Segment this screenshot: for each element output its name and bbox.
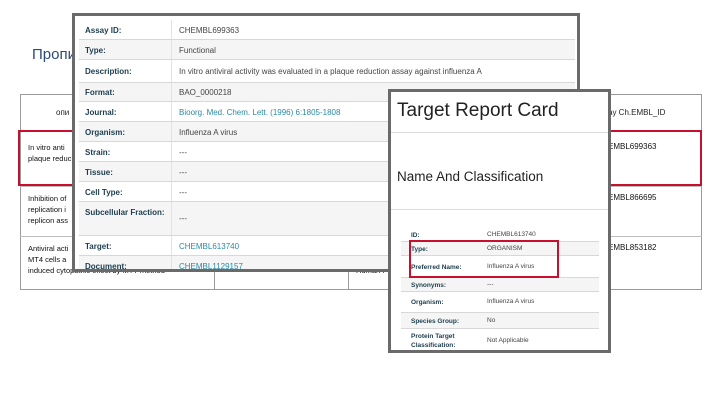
assay-row-description: Description: In vitro antiviral activity… — [79, 60, 575, 83]
table-row-2-assay-id[interactable]: EMBL866695 — [608, 193, 656, 202]
target-row-organism: Organism: Influenza A virus — [401, 292, 599, 313]
table-row-3-assay-id[interactable]: EMBL853182 — [608, 243, 656, 252]
column-header-assay-id: say Ch.EMBL_ID — [604, 108, 666, 117]
target-row-species-group: Species Group: No — [401, 313, 599, 329]
column-header-description: опи — [56, 108, 70, 117]
section-heading: Name And Classification — [397, 169, 544, 184]
target-row-synonyms: Synonyms: --- — [401, 278, 599, 292]
assay-row-type: Type: Functional — [79, 40, 575, 60]
target-report-title: Target Report Card — [397, 100, 559, 121]
section-divider — [391, 209, 608, 210]
table-row-2-description: Inhibition of replication i replicon ass — [28, 194, 69, 225]
target-report-card: Target Report Card Name And Classificati… — [388, 89, 611, 353]
document-link[interactable]: CHEMBL1129157 — [179, 262, 243, 269]
slide-title: Пропи — [32, 46, 76, 63]
target-row-classification: Protein Target Classification: Not Appli… — [401, 329, 599, 350]
title-divider — [391, 132, 608, 133]
highlight-box-target — [409, 240, 559, 278]
journal-link[interactable]: Bioorg. Med. Chem. Lett. (1996) 6:1805-1… — [179, 108, 340, 117]
target-link[interactable]: CHEMBL613740 — [179, 242, 239, 251]
assay-row-id: Assay ID: CHEMBL699363 — [79, 20, 575, 40]
